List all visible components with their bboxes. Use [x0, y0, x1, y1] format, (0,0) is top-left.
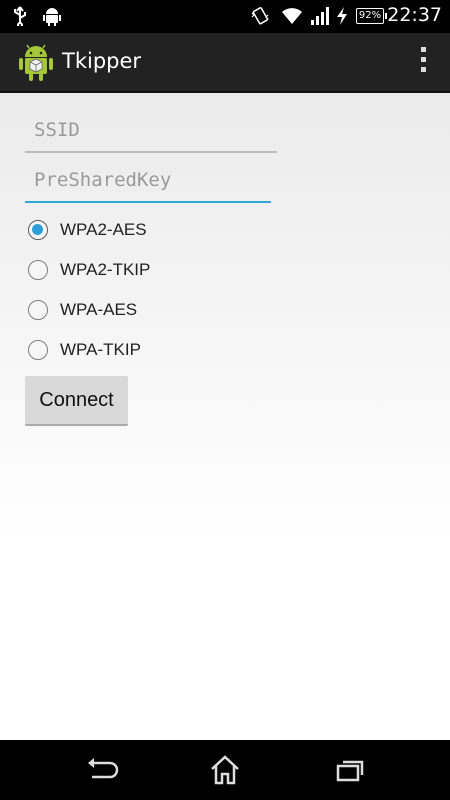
main-content: WPA2-AES WPA2-TKIP WPA-AES WPA-TKIP Conn…	[0, 93, 450, 740]
radio-option-wpa2-tkip[interactable]: WPA2-TKIP	[28, 253, 150, 287]
clock: 22:37	[387, 4, 442, 26]
android-app-icon[interactable]	[18, 42, 54, 86]
radio-label: WPA2-TKIP	[60, 260, 151, 279]
usb-icon	[12, 6, 28, 30]
android-notification-icon	[42, 6, 62, 30]
connect-button[interactable]: Connect	[25, 376, 128, 426]
radio-button[interactable]	[28, 260, 48, 280]
radio-label: WPA-AES	[60, 300, 138, 319]
app-title: Tkipper	[62, 49, 142, 73]
overflow-menu-icon[interactable]	[418, 47, 428, 77]
psk-input[interactable]	[25, 163, 271, 203]
navigation-bar	[0, 740, 450, 800]
radio-label: WPA-TKIP	[60, 340, 141, 359]
radio-button[interactable]	[28, 300, 48, 320]
vibrate-icon	[250, 6, 270, 30]
radio-option-wpa-tkip[interactable]: WPA-TKIP	[28, 333, 141, 367]
home-icon[interactable]	[205, 753, 245, 787]
signal-icon	[310, 6, 330, 30]
status-bar: 92% 22:37	[0, 0, 450, 33]
charging-icon	[335, 6, 349, 30]
radio-button[interactable]	[28, 340, 48, 360]
wifi-icon	[281, 6, 303, 30]
radio-label: WPA2-AES	[60, 220, 147, 239]
radio-button-checked[interactable]	[28, 220, 48, 240]
battery-icon: 92%	[356, 8, 387, 24]
radio-option-wpa2-aes[interactable]: WPA2-AES	[28, 213, 147, 247]
recents-icon[interactable]	[330, 753, 370, 787]
action-bar: Tkipper	[0, 33, 450, 93]
ssid-input[interactable]	[25, 113, 277, 153]
radio-option-wpa-aes[interactable]: WPA-AES	[28, 293, 137, 327]
back-icon[interactable]	[80, 753, 120, 787]
